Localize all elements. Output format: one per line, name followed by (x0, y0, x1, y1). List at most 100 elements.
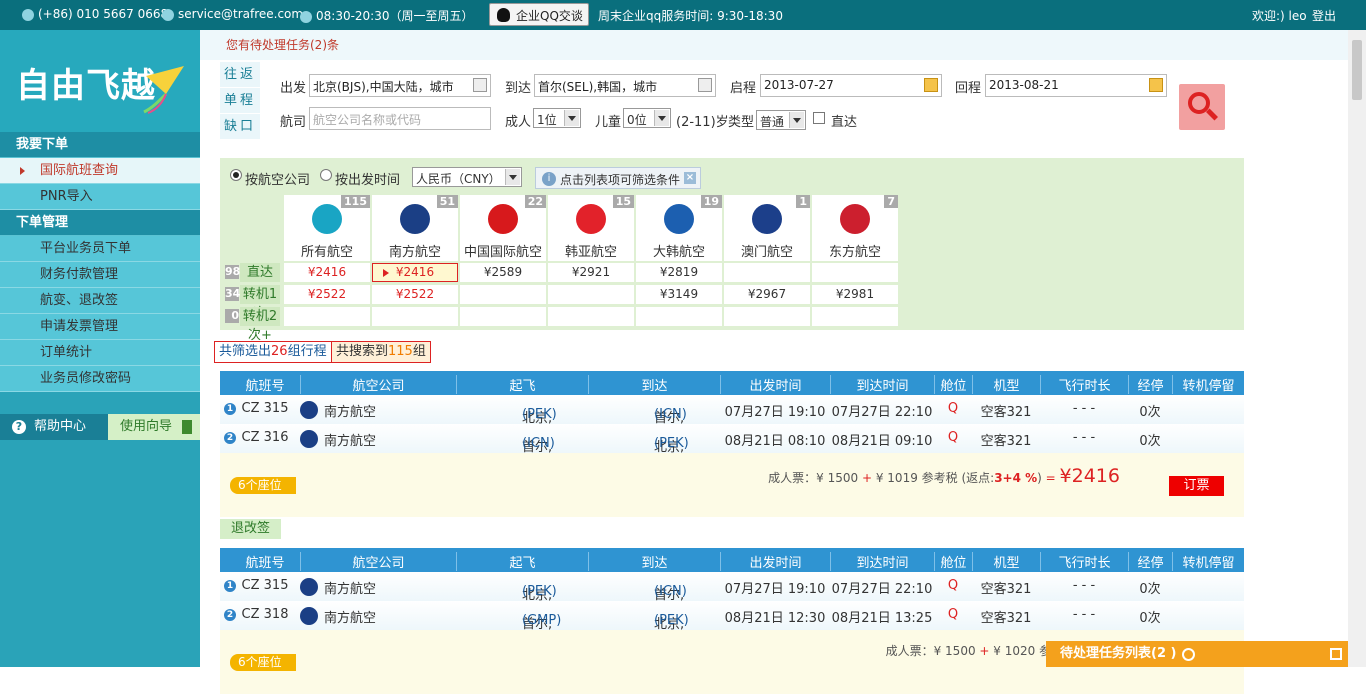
sidebar-item-password[interactable]: 业务员修改密码 (0, 366, 200, 392)
price-cell[interactable]: ¥2416 (284, 263, 370, 282)
price-cell[interactable]: ¥3149 (636, 285, 722, 304)
refresh-icon[interactable] (1182, 648, 1195, 661)
from-label: 出发 (280, 81, 307, 96)
airline-filter-card[interactable]: 15 韩亚航空 (548, 195, 634, 261)
airline-filter-card[interactable]: 1 澳门航空 (724, 195, 810, 261)
airline-filter-card[interactable]: 51 南方航空 (372, 195, 458, 261)
tab-one-way[interactable]: 单程 (220, 88, 260, 113)
airline-filter-card[interactable]: 22 中国国际航空 (460, 195, 546, 261)
price-cell[interactable]: ¥2522 (372, 285, 458, 304)
tab-open-jaw[interactable]: 缺口 (220, 114, 260, 139)
flight-row[interactable]: 1 CZ 315 南方航空 北京, (PEK) 首尔, (ICN) 07月27日 19:10 0… (220, 395, 1244, 426)
pending-task-notice[interactable]: 您有待处理任务(2)条 (200, 30, 1348, 60)
child-select[interactable]: 0位 (623, 108, 671, 128)
price-cell (372, 307, 458, 326)
airline-count: 22 (524, 195, 546, 208)
pending-tasks-panel[interactable]: 待处理任务列表(2 ) (1046, 641, 1348, 667)
qq-chat-button[interactable]: 企业QQ交谈 (489, 3, 589, 26)
result-table-header: 航班号 航空公司 起飞 到达 出发时间 到达时间 舱位 机型 飞行时长 经停 转机停留 (220, 371, 1244, 395)
email-info[interactable]: service@trafree.com (162, 7, 303, 21)
airline-name: 南方航空 (324, 582, 377, 597)
search-button[interactable] (1179, 84, 1225, 130)
found-suffix: 组 (412, 344, 426, 359)
book-button[interactable]: 订票 (1169, 476, 1224, 496)
price-cell[interactable]: ¥2967 (724, 285, 810, 304)
departure-time: 08月21日 12:30 (724, 611, 826, 626)
vertical-scrollbar[interactable] (1348, 30, 1366, 667)
sidebar-item-refund[interactable]: 航变、退改签 (0, 288, 200, 314)
currency-select[interactable]: 人民币（CNY） (412, 167, 522, 187)
qq-chat-label: 企业QQ交谈 (516, 9, 583, 23)
calendar-icon[interactable] (1149, 78, 1163, 92)
to-field[interactable]: 首尔(SEL),韩国，城市 (534, 74, 716, 97)
refund-change-button[interactable]: 退改签 (220, 519, 281, 539)
help-center-button[interactable]: ? 帮助中心 (0, 414, 110, 440)
sidebar-item-invoice[interactable]: 申请发票管理 (0, 314, 200, 340)
airline-count: 1 (796, 195, 810, 208)
sidebar-item-flight-search[interactable]: 国际航班查询 (0, 158, 200, 184)
close-icon[interactable]: × (684, 172, 696, 184)
price-cell[interactable]: ¥2819 (636, 263, 722, 282)
logo[interactable]: 自由飞越 (0, 30, 200, 132)
stop-filter-label[interactable]: 转机2次+ (240, 307, 280, 343)
search-icon-handle (1205, 108, 1219, 121)
arrival-airport-code: (ICN) (654, 584, 687, 599)
sort-by-time-radio[interactable] (320, 169, 332, 181)
total-price: ¥2416 (1059, 465, 1120, 487)
flight-number: CZ 315 (241, 401, 289, 416)
flight-row[interactable]: 2 CZ 316 南方航空 首尔, (ICN) 北京, (PEK) 08月21日 08:10 0… (220, 424, 1244, 455)
fare-panel: 6个座位 成人票：¥ 1500 + ¥ 1019 参考税 (返点:3+4 %) =… (220, 453, 1244, 517)
sidebar-item-pnr-import[interactable]: PNR导入 (0, 184, 200, 210)
stop-count: 0次 (1139, 434, 1161, 449)
sidebar-item-statistics[interactable]: 订单统计 (0, 340, 200, 366)
stop-count: 34 (225, 287, 241, 301)
airline-filter-card[interactable]: 7 东方航空 (812, 195, 898, 261)
airline-logo-icon (840, 204, 870, 234)
airline-filter-card[interactable]: 115 所有航空 (284, 195, 370, 261)
chevron-down-icon (793, 118, 801, 123)
sidebar-item-agent-order[interactable]: 平台业务员下单 (0, 236, 200, 262)
seats-left-badge: 6个座位 (230, 654, 296, 671)
stop-filter-label[interactable]: 转机1次 (240, 285, 280, 321)
stop-filter-label[interactable]: 直达 (240, 263, 280, 282)
maximize-icon[interactable] (1330, 648, 1342, 660)
sort-by-airline-radio[interactable] (230, 169, 242, 181)
flight-row[interactable]: 1 CZ 315 南方航空 北京, (PEK) 首尔, (ICN) 07月27日 19:10 0… (220, 572, 1244, 603)
price-cell[interactable]: ¥2981 (812, 285, 898, 304)
top-bar: (+86) 010 5667 0668 service@trafree.com … (0, 0, 1366, 30)
airline-input[interactable]: 航空公司名称或代码 (309, 107, 491, 130)
scrollbar-thumb[interactable] (1352, 40, 1362, 100)
price-cell[interactable]: ¥2921 (548, 263, 634, 282)
price-cell (460, 307, 546, 326)
airline-count: 51 (436, 195, 458, 208)
stop-count: 0次 (1139, 405, 1161, 420)
welcome-user: 欢迎:) leo (1252, 9, 1307, 23)
direct-checkbox[interactable] (813, 112, 825, 124)
price-cell[interactable]: ¥2589 (460, 263, 546, 282)
adult-select[interactable]: 1位 (533, 108, 581, 128)
email-link[interactable]: service@trafree.com (178, 7, 303, 21)
calendar-icon[interactable] (924, 78, 938, 92)
tab-round-trip[interactable]: 往返 (220, 62, 260, 87)
logout-link[interactable]: 登出 (1312, 7, 1336, 24)
airline-logo-icon (752, 204, 782, 234)
airline-filter-card[interactable]: 19 大韩航空 (636, 195, 722, 261)
chevron-down-icon (658, 116, 666, 121)
airline-name: 南方航空 (324, 405, 377, 420)
column-header: 到达时间 (830, 375, 934, 394)
price-cell[interactable]: ¥2416 (372, 263, 458, 282)
airline-logo-icon (400, 204, 430, 234)
flight-row[interactable]: 2 CZ 318 南方航空 首尔, (GMP) 北京, (PEK) 08月21日 12:30 0… (220, 601, 1244, 632)
guide-button[interactable]: 使用向导 (108, 414, 200, 440)
return-date-field[interactable]: 2013-08-21 (985, 74, 1167, 97)
from-value: 北京(BJS),中国大陆，城市 (313, 80, 454, 94)
sidebar-item-payment[interactable]: 财务付款管理 (0, 262, 200, 288)
phone-icon (22, 8, 34, 21)
book-icon (182, 420, 192, 434)
filtered-prefix: 共筛选出 (219, 344, 272, 359)
price-cell[interactable]: ¥2522 (284, 285, 370, 304)
from-field[interactable]: 北京(BJS),中国大陆，城市 (309, 74, 491, 97)
question-icon: ? (12, 420, 26, 434)
depart-date-field[interactable]: 2013-07-27 (760, 74, 942, 97)
type-select[interactable]: 普通 (756, 110, 806, 130)
